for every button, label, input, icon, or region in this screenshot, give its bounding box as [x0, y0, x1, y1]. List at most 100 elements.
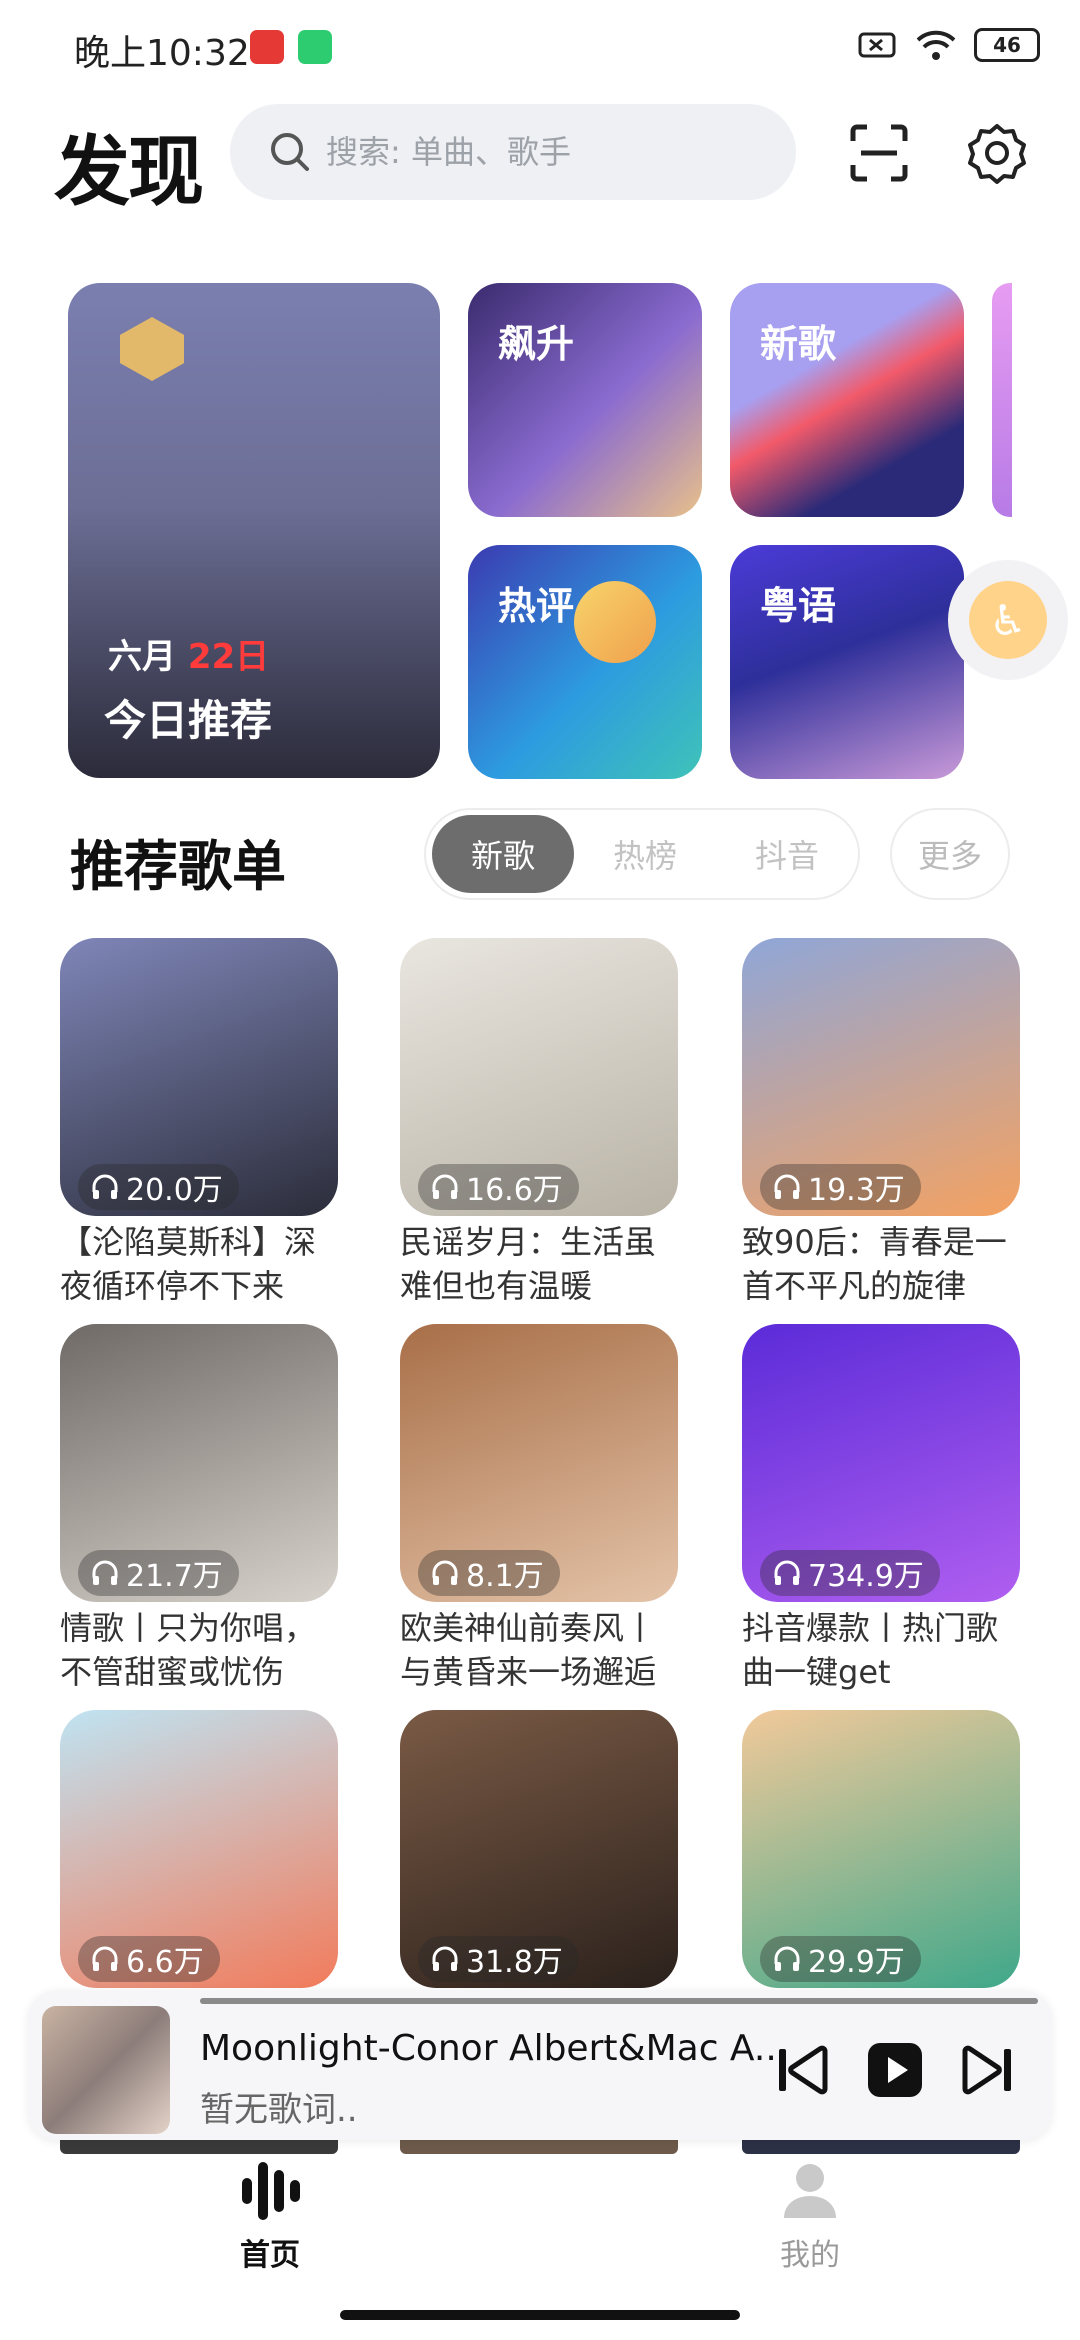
playlist-card[interactable]: 20.0万 【沦陷莫斯科】深夜循环停不下来 — [60, 938, 338, 1308]
lyric-line: 暂无歌词.. — [200, 2090, 358, 2130]
tile-hot-comments-label: 热评 — [498, 584, 575, 628]
playback-progress[interactable] — [200, 1998, 1038, 2004]
play-count: 20.0万 — [126, 1173, 223, 1208]
playlist-card[interactable]: 734.9万抖音爆款丨热门歌曲一键get — [742, 1324, 1020, 1694]
tab-hot[interactable]: 热榜 — [574, 815, 716, 893]
tile-new-songs[interactable]: 新歌 — [730, 283, 964, 517]
play-count-badge: 6.6万 — [78, 1936, 220, 1982]
playlist-cover[interactable]: 16.6万 — [400, 938, 678, 1216]
tile-rising[interactable]: 飙升 — [468, 283, 702, 517]
battery-level: 46 — [993, 33, 1021, 57]
song-title: Moonlight-Conor Albert&Mac A... — [200, 2028, 780, 2069]
playlist-cover[interactable]: 31.8万 — [400, 1710, 678, 1988]
playlist-cover[interactable]: 6.6万 — [60, 1710, 338, 1988]
tab-new[interactable]: 新歌 — [432, 815, 574, 893]
previous-button[interactable] — [773, 2040, 833, 2100]
search-icon — [271, 133, 309, 171]
accessibility-button[interactable]: ♿ — [948, 560, 1068, 680]
headphones-icon — [774, 1560, 800, 1585]
play-count-badge: 8.1万 — [418, 1550, 560, 1596]
tile-partial-next[interactable] — [992, 283, 1012, 517]
daily-recommendation-tile[interactable]: 六月 22日 今日推荐 — [68, 283, 440, 778]
today-day: 22日 — [187, 637, 270, 677]
playlist-cover[interactable]: 29.9万 — [742, 1710, 1020, 1988]
playlist-card[interactable]: 8.1万欧美神仙前奏风丨与黄昏来一场邂逅 — [400, 1324, 678, 1694]
diamond-badge-icon — [120, 317, 184, 381]
tile-hot-comments[interactable]: 热评 — [468, 545, 702, 779]
search-bar[interactable] — [230, 104, 796, 200]
album-art[interactable] — [42, 2006, 170, 2134]
search-input[interactable] — [324, 132, 748, 172]
play-count: 29.9万 — [808, 1945, 905, 1980]
playlist-cover[interactable]: 21.7万 — [60, 1324, 338, 1602]
headphones-icon — [432, 1174, 458, 1199]
tab-douyin[interactable]: 抖音 — [716, 815, 858, 893]
play-icon — [868, 2043, 922, 2097]
playlist-title: 民谣岁月：生活虽难但也有温暖 — [400, 1223, 657, 1305]
headphones-icon — [432, 1560, 458, 1585]
play-count: 8.1万 — [466, 1559, 544, 1594]
playlist-card[interactable]: 19.3万 致90后：青春是一首不平凡的旋律 — [742, 938, 1020, 1308]
playlist-tabs: 新歌 热榜 抖音 — [424, 808, 860, 900]
play-count-badge: 16.6万 — [418, 1164, 579, 1210]
playlist-cover[interactable]: 8.1万 — [400, 1324, 678, 1602]
play-count: 31.8万 — [466, 1945, 563, 1980]
accessibility-icon: ♿ — [969, 581, 1047, 659]
play-count-badge: 20.0万 — [78, 1164, 239, 1210]
playlist-card[interactable]: 21.7万 情歌丨只为你唱，不管甜蜜或忧伤 — [60, 1324, 338, 1694]
next-button[interactable] — [957, 2040, 1017, 2100]
home-indicator[interactable] — [340, 2310, 740, 2320]
play-count-badge: 31.8万 — [418, 1936, 579, 1982]
scan-button[interactable] — [844, 118, 914, 188]
shield-notification-icon — [298, 30, 332, 64]
play-count: 734.9万 — [808, 1559, 924, 1594]
mini-player[interactable]: Moonlight-Conor Albert&Mac A... 暂无歌词.. — [28, 1990, 1052, 2140]
person-icon — [784, 2164, 836, 2218]
playlist-card[interactable]: 6.6万 — [60, 1710, 338, 1988]
partial-cover — [742, 2140, 1020, 2154]
playlist-cover[interactable]: 20.0万 — [60, 938, 338, 1216]
playlist-title: 欧美神仙前奏风丨与黄昏来一场邂逅 — [400, 1609, 657, 1691]
section-title: 推荐歌单 — [70, 835, 286, 898]
tile-decoration — [574, 581, 656, 663]
battery-indicator: 46 — [974, 28, 1040, 62]
wifi-icon — [916, 30, 956, 60]
headphones-icon — [774, 1174, 800, 1199]
skip-previous-icon — [779, 2045, 828, 2095]
nav-home[interactable]: 首页 — [170, 2160, 370, 2274]
play-count-badge: 29.9万 — [760, 1936, 921, 1982]
nav-home-label: 首页 — [240, 2238, 300, 2273]
playlist-card[interactable]: 16.6万民谣岁月：生活虽难但也有温暖 — [400, 938, 678, 1308]
partial-cover — [400, 2140, 678, 2154]
status-time: 晚上10:32 — [74, 33, 250, 74]
playlist-card[interactable]: 31.8万 — [400, 1710, 678, 1988]
more-button[interactable]: 更多 — [890, 808, 1010, 900]
headphones-icon — [92, 1946, 118, 1971]
page-title: 发现 — [54, 127, 204, 216]
skip-next-icon — [962, 2045, 1011, 2095]
playlist-cover[interactable]: 19.3万 — [742, 938, 1020, 1216]
headphones-icon — [92, 1560, 118, 1585]
gear-icon — [968, 124, 1026, 184]
headphones-icon — [92, 1174, 118, 1199]
playlist-cover[interactable]: 734.9万 — [742, 1324, 1020, 1602]
status-right: 46 — [858, 28, 1040, 62]
playback-progress-fill — [200, 1998, 1038, 2004]
settings-button[interactable] — [962, 118, 1032, 188]
tile-cantonese[interactable]: 粤语 — [730, 545, 964, 779]
playlist-title: 抖音爆款丨热门歌曲一键get — [742, 1609, 999, 1691]
playlist-card[interactable]: 29.9万 — [742, 1710, 1020, 1988]
bars-icon — [242, 2162, 300, 2220]
audio-app-notification-icon — [250, 30, 284, 64]
tile-rising-label: 飙升 — [498, 322, 575, 366]
today-date: 六月 22日 — [108, 629, 269, 678]
nav-mine[interactable]: 我的 — [710, 2160, 910, 2274]
play-count: 6.6万 — [126, 1945, 204, 1980]
nav-mine-label: 我的 — [780, 2238, 840, 2273]
play-button[interactable] — [865, 2040, 925, 2100]
play-count-badge: 19.3万 — [760, 1164, 921, 1210]
partial-cover — [60, 2140, 338, 2154]
today-month: 六月 — [108, 637, 176, 677]
play-count-badge: 734.9万 — [760, 1550, 940, 1596]
tile-new-songs-label: 新歌 — [760, 322, 837, 366]
